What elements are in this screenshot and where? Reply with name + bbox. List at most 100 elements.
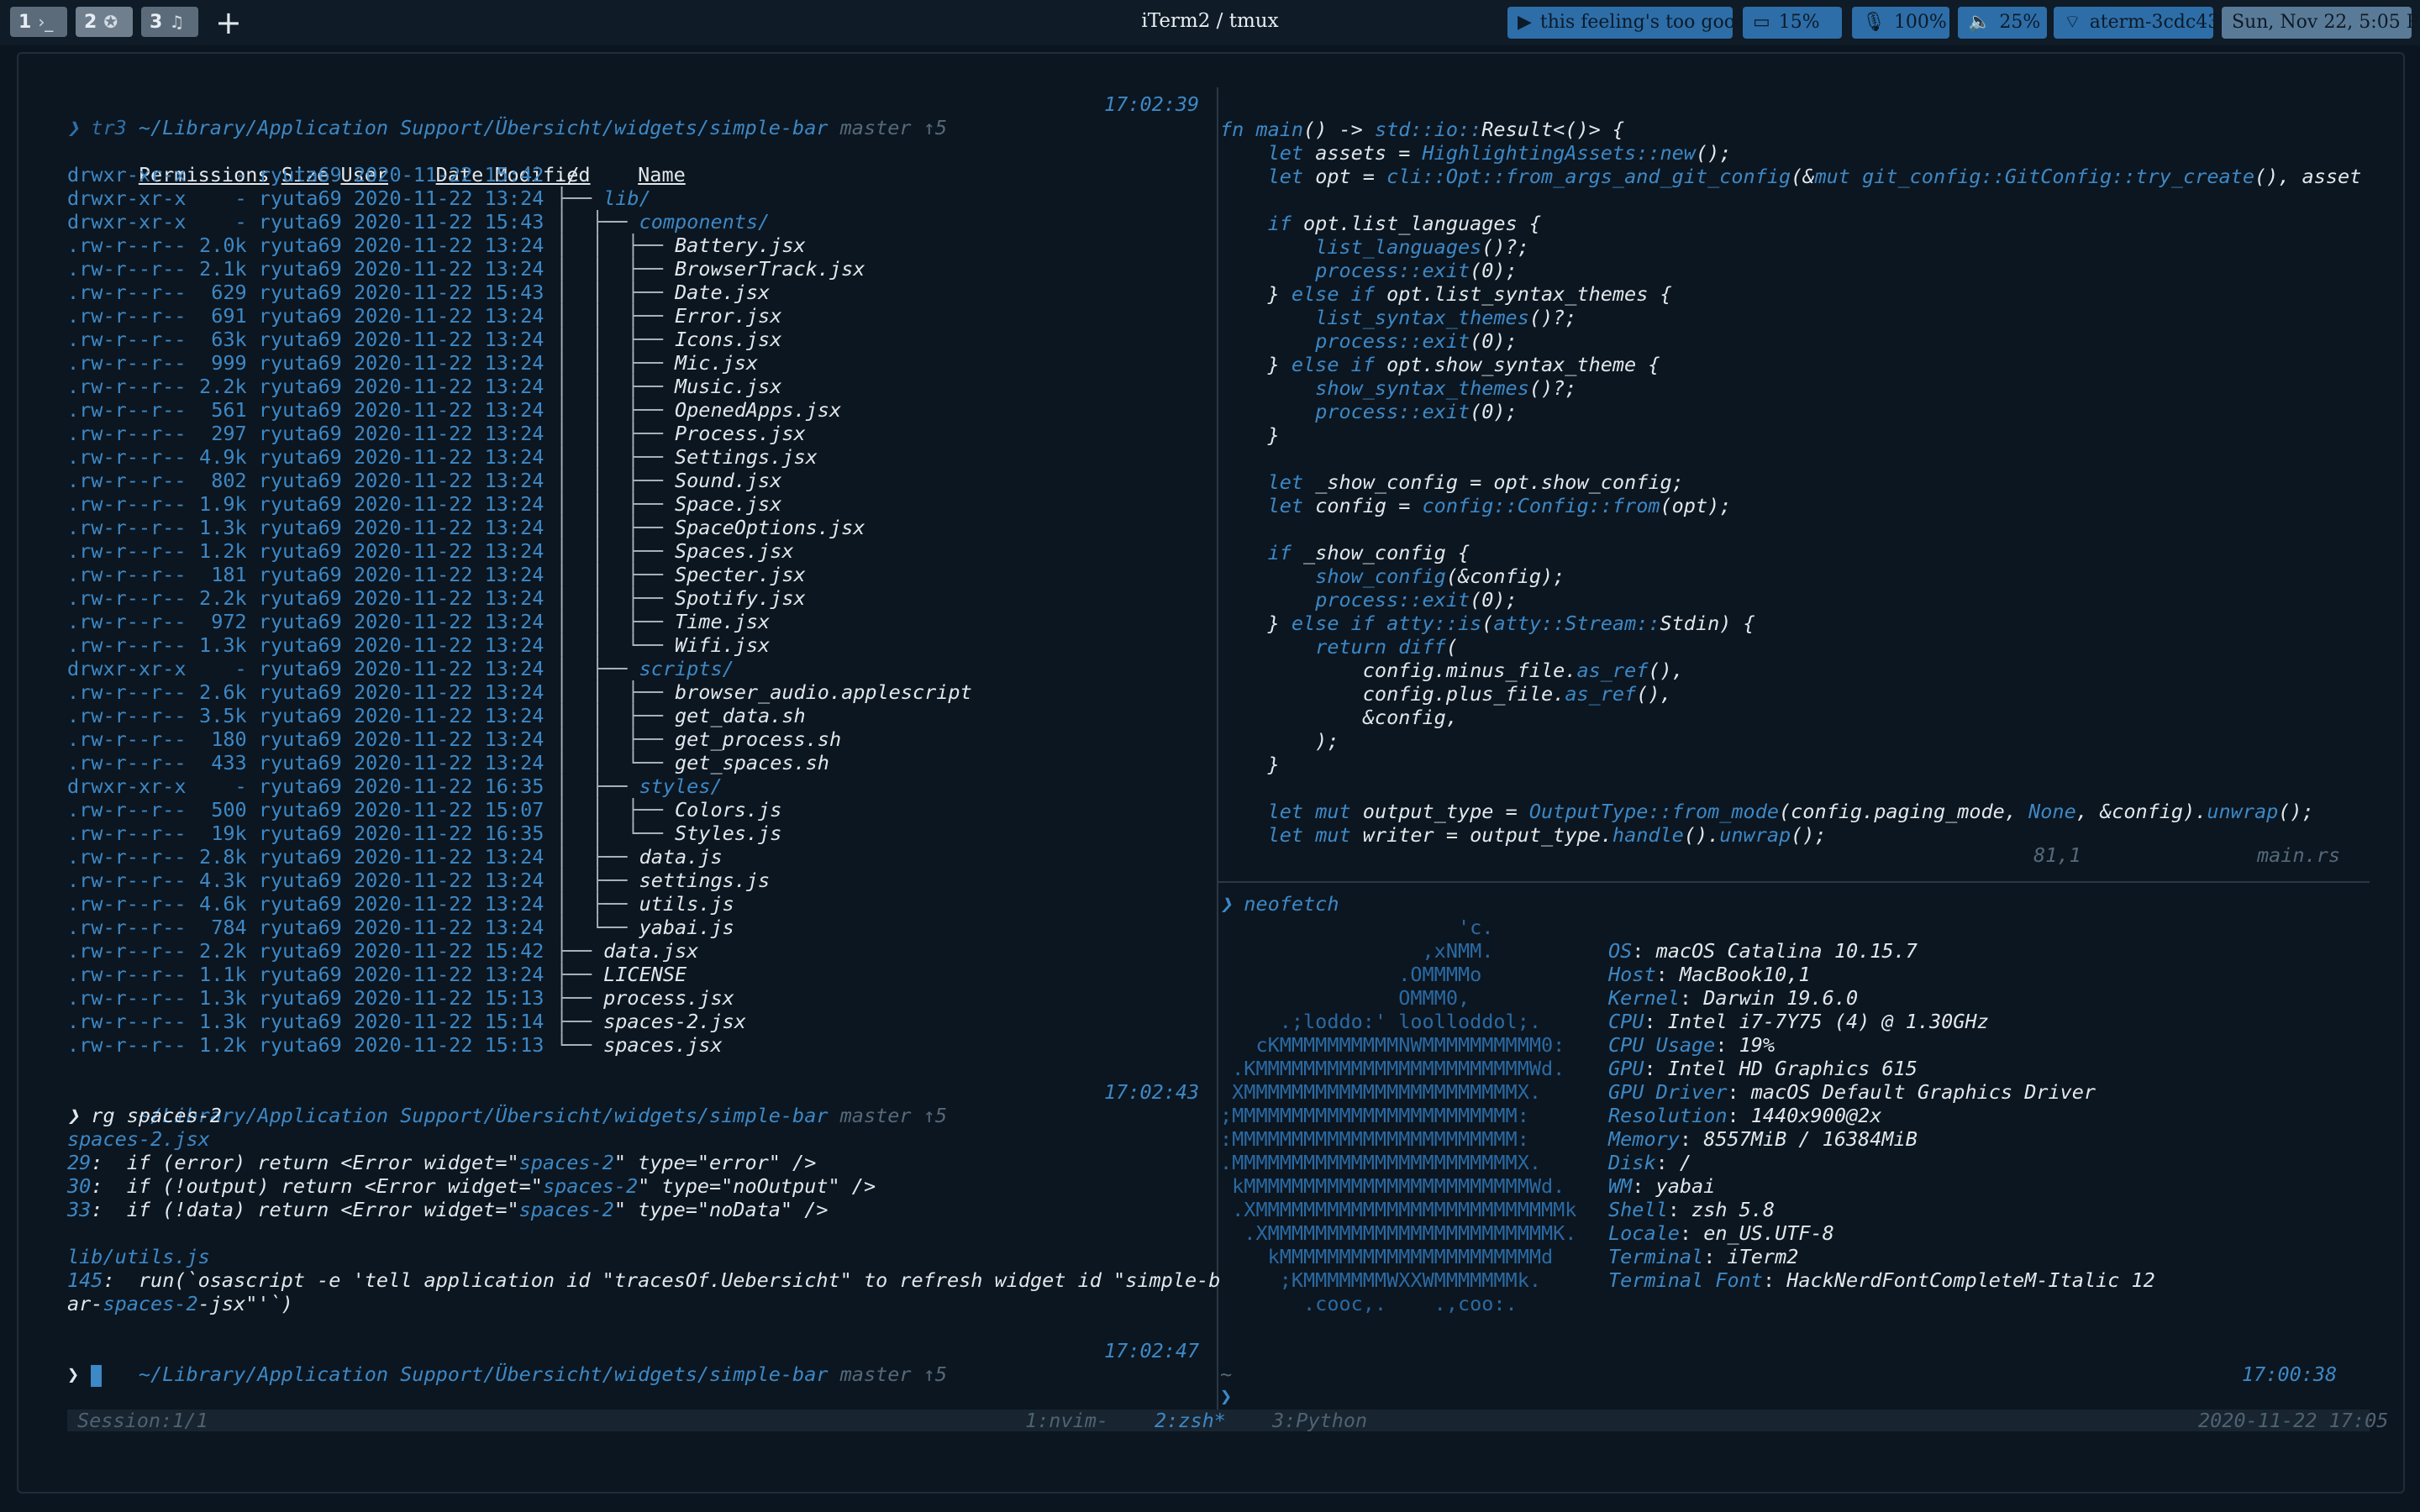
listing-row[interactable]: .rw-r--r-- 4.3k ryuta69 2020-11-22 13:24… <box>67 869 770 892</box>
file-size: 802 <box>211 469 247 492</box>
file-name[interactable]: get_process.sh <box>675 727 841 751</box>
file-name[interactable]: OpenedApps.jsx <box>675 398 841 422</box>
listing-row[interactable]: .rw-r--r-- 2.2k ryuta69 2020-11-22 13:24… <box>67 586 806 610</box>
listing-row[interactable]: .rw-r--r-- 2.6k ryuta69 2020-11-22 13:24… <box>67 680 972 704</box>
file-name[interactable]: Music.jsx <box>675 375 781 398</box>
date-widget[interactable]: Sun, Nov 22, 5:05 PM <box>2222 7 2420 39</box>
file-name[interactable]: spaces.jsx <box>603 1033 722 1057</box>
file-name[interactable]: BrowserTrack.jsx <box>675 257 865 281</box>
file-name[interactable]: Icons.jsx <box>675 328 781 351</box>
tmux-window-2[interactable]: 2:zsh* <box>1155 1410 1226 1431</box>
listing-row[interactable]: .rw-r--r-- 1.1k ryuta69 2020-11-22 13:24… <box>67 963 687 986</box>
file-name[interactable]: Styles.js <box>675 822 781 845</box>
space-2[interactable]: 2 ✪ <box>76 7 133 37</box>
listing-row[interactable]: .rw-r--r-- 4.6k ryuta69 2020-11-22 13:24… <box>67 892 734 916</box>
listing-row[interactable]: .rw-r--r-- 2.2k ryuta69 2020-11-22 15:42… <box>67 939 698 963</box>
file-name[interactable]: components/ <box>639 210 771 234</box>
listing-row[interactable]: .rw-r--r-- 1.2k ryuta69 2020-11-22 13:24… <box>67 539 794 563</box>
listing-row[interactable]: .rw-r--r-- 784 ryuta69 2020-11-22 13:24 … <box>67 916 734 939</box>
file-user: ryuta69 <box>258 892 342 916</box>
listing-row[interactable]: .rw-r--r-- 2.2k ryuta69 2020-11-22 13:24… <box>67 375 781 398</box>
file-name[interactable]: Wifi.jsx <box>675 633 770 657</box>
file-name[interactable]: Space.jsx <box>675 492 781 516</box>
listing-row[interactable]: .rw-r--r-- 1.3k ryuta69 2020-11-22 15:14… <box>67 1010 746 1033</box>
file-name[interactable]: Colors.js <box>675 798 781 822</box>
listing-row[interactable]: .rw-r--r-- 433 ryuta69 2020-11-22 13:24 … <box>67 751 829 774</box>
add-space-button[interactable]: + <box>215 3 242 42</box>
file-name[interactable]: ./ <box>556 163 580 186</box>
listing-row[interactable]: .rw-r--r-- 1.3k ryuta69 2020-11-22 15:13… <box>67 986 734 1010</box>
listing-row[interactable]: .rw-r--r-- 999 ryuta69 2020-11-22 13:24 … <box>67 351 758 375</box>
play-icon: ▶ <box>1518 12 1532 33</box>
file-name[interactable]: Sound.jsx <box>675 469 781 492</box>
listing-row[interactable]: .rw-r--r-- 802 ryuta69 2020-11-22 13:24 … <box>67 469 781 492</box>
command-input[interactable]: ❯ <box>1220 1384 1232 1408</box>
file-name[interactable]: utils.js <box>639 892 734 916</box>
listing-row[interactable]: .rw-r--r-- 181 ryuta69 2020-11-22 13:24 … <box>67 563 806 586</box>
listing-row[interactable]: drwxr-xr-x - ryuta69 2020-11-22 13:24 │ … <box>67 657 734 680</box>
file-name[interactable]: process.jsx <box>603 986 734 1010</box>
listing-row[interactable]: .rw-r--r-- 1.3k ryuta69 2020-11-22 13:24… <box>67 516 865 539</box>
wifi-widget[interactable]: ⌔ aterm-3cdc43 <box>2054 7 2219 39</box>
listing-row[interactable]: drwxr-xr-x - ryuta69 2020-11-22 13:24 ├─… <box>67 186 651 210</box>
permissions: .rw-r--r-- <box>67 822 187 845</box>
file-name[interactable]: Error.jsx <box>675 304 781 328</box>
sound-widget[interactable]: 🔈 25% <box>1958 7 2047 39</box>
file-name[interactable]: SpaceOptions.jsx <box>675 516 865 539</box>
file-name[interactable]: Spotify.jsx <box>675 586 806 610</box>
listing-row[interactable]: .rw-r--r-- 1.3k ryuta69 2020-11-22 13:24… <box>67 633 770 657</box>
listing-row[interactable]: drwxr-xr-x - ryuta69 2020-11-22 16:35 │ … <box>67 774 723 798</box>
listing-row[interactable]: drwxr-xr-x - ryuta69 2020-11-22 15:42 ./ <box>67 163 580 186</box>
listing-row[interactable]: .rw-r--r-- 63k ryuta69 2020-11-22 13:24 … <box>67 328 781 351</box>
listing-row[interactable]: .rw-r--r-- 2.1k ryuta69 2020-11-22 13:24… <box>67 257 865 281</box>
file-name[interactable]: data.jsx <box>603 939 698 963</box>
listing-row[interactable]: .rw-r--r-- 629 ryuta69 2020-11-22 15:43 … <box>67 281 770 304</box>
listing-row[interactable]: .rw-r--r-- 3.5k ryuta69 2020-11-22 13:24… <box>67 704 806 727</box>
pane-divider-horizontal[interactable] <box>1218 881 2370 883</box>
listing-row[interactable]: .rw-r--r-- 561 ryuta69 2020-11-22 13:24 … <box>67 398 841 422</box>
listing-row[interactable]: drwxr-xr-x - ryuta69 2020-11-22 15:43 │ … <box>67 210 770 234</box>
info-value: 19% <box>1739 1033 1776 1057</box>
listing-row[interactable]: .rw-r--r-- 4.9k ryuta69 2020-11-22 13:24… <box>67 445 818 469</box>
file-name[interactable]: spaces-2.jsx <box>603 1010 746 1033</box>
file-name[interactable]: lib/ <box>603 186 651 210</box>
listing-row[interactable]: .rw-r--r-- 297 ryuta69 2020-11-22 13:24 … <box>67 422 806 445</box>
file-name[interactable]: Mic.jsx <box>675 351 758 375</box>
listing-row[interactable]: .rw-r--r-- 180 ryuta69 2020-11-22 13:24 … <box>67 727 841 751</box>
music-widget[interactable]: ▶ this feeling's too good - <box>1507 7 1760 39</box>
file-name[interactable]: Spaces.jsx <box>675 539 793 563</box>
listing-row[interactable]: .rw-r--r-- 2.0k ryuta69 2020-11-22 13:24… <box>67 234 806 257</box>
file-name[interactable]: LICENSE <box>603 963 687 986</box>
file-name[interactable]: Process.jsx <box>675 422 806 445</box>
listing-row[interactable]: .rw-r--r-- 1.2k ryuta69 2020-11-22 15:13… <box>67 1033 723 1057</box>
listing-row[interactable]: .rw-r--r-- 2.8k ryuta69 2020-11-22 13:24… <box>67 845 723 869</box>
space-3[interactable]: 3 ♫ <box>141 7 198 37</box>
listing-row[interactable]: .rw-r--r-- 972 ryuta69 2020-11-22 13:24 … <box>67 610 770 633</box>
command-input[interactable]: ❯ <box>67 1362 103 1387</box>
pane-divider-vertical[interactable] <box>1217 87 1218 1431</box>
file-name[interactable]: Date.jsx <box>675 281 770 304</box>
file-date: 2020-11-22 13:24 <box>354 869 544 892</box>
file-name[interactable]: Settings.jsx <box>675 445 818 469</box>
file-name[interactable]: settings.js <box>639 869 771 892</box>
file-name[interactable]: styles/ <box>639 774 723 798</box>
file-name[interactable]: Specter.jsx <box>675 563 806 586</box>
file-name[interactable]: Battery.jsx <box>675 234 806 257</box>
file-name[interactable]: yabai.js <box>639 916 734 939</box>
file-name[interactable]: get_spaces.sh <box>675 751 829 774</box>
file-name[interactable]: data.js <box>639 845 723 869</box>
space-1[interactable]: 1 ›_ <box>10 7 67 37</box>
code-line: fn main() -> std::io::Result<()> { <box>1220 118 1625 141</box>
listing-row[interactable]: .rw-r--r-- 19k ryuta69 2020-11-22 16:35 … <box>67 822 781 845</box>
battery-widget[interactable]: ▭ 15% <box>1743 7 1842 39</box>
file-name[interactable]: browser_audio.applescript <box>675 680 972 704</box>
file-name[interactable]: get_data.sh <box>675 704 806 727</box>
tmux-window-3[interactable]: 3:Python <box>1272 1410 1367 1431</box>
file-name[interactable]: scripts/ <box>639 657 734 680</box>
listing-row[interactable]: .rw-r--r-- 500 ryuta69 2020-11-22 15:07 … <box>67 798 781 822</box>
file-name[interactable]: Time.jsx <box>675 610 770 633</box>
listing-row[interactable]: .rw-r--r-- 691 ryuta69 2020-11-22 13:24 … <box>67 304 781 328</box>
mic-widget[interactable]: 🎙 100% <box>1852 7 1949 39</box>
listing-row[interactable]: .rw-r--r-- 1.9k ryuta69 2020-11-22 13:24… <box>67 492 781 516</box>
tmux-window-1[interactable]: 1:nvim- <box>1025 1410 1108 1431</box>
